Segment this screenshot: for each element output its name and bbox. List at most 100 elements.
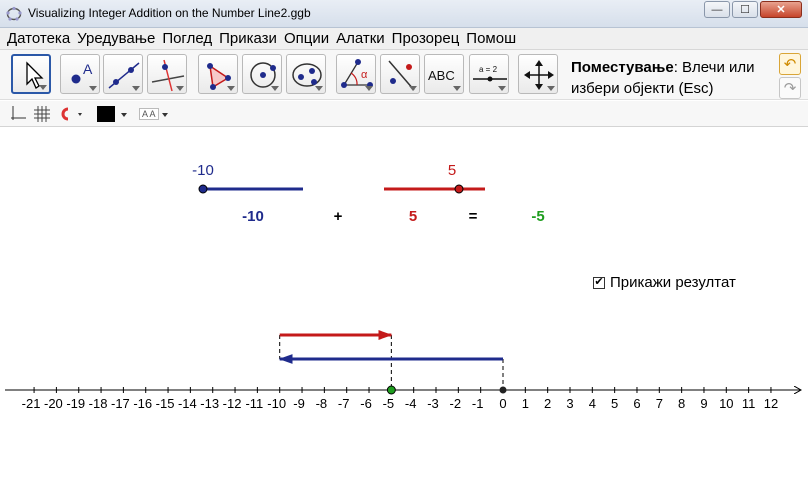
- tick-label: -7: [338, 396, 350, 411]
- tool-help-title: Поместување: [571, 59, 674, 76]
- origin-point: [499, 386, 507, 394]
- result-point: [386, 385, 396, 395]
- addition-vectors: [278, 330, 507, 395]
- menu-bar: Датотека Уредување Поглед Прикази Опции …: [0, 28, 808, 50]
- line-tool-button[interactable]: [103, 54, 143, 94]
- polygon-tool-button[interactable]: [198, 54, 238, 94]
- tick-label: -4: [405, 396, 417, 411]
- checkbox-label: Прикажи резултат: [610, 274, 736, 291]
- tick-label: 6: [633, 396, 640, 411]
- tick-label: -21: [22, 396, 41, 411]
- axes-icon: [11, 106, 26, 120]
- chevron-down-icon: [161, 113, 168, 117]
- expression-equals: =: [469, 208, 478, 225]
- minimize-button[interactable]: —: [704, 1, 730, 18]
- tick-label: 4: [589, 396, 596, 411]
- tick-label: 1: [522, 396, 529, 411]
- slider-a-label: -10: [192, 162, 214, 179]
- angle-tool-button[interactable]: α: [336, 54, 376, 94]
- close-button[interactable]: ✕: [760, 1, 802, 18]
- tick-label: -8: [316, 396, 328, 411]
- tick-label: -3: [427, 396, 439, 411]
- tick-label: 5: [611, 396, 618, 411]
- text-tool-button[interactable]: ABC: [424, 54, 464, 94]
- text-style-button[interactable]: A A: [139, 105, 171, 123]
- number-line-ticks: -21 -20 -19 -18 -17 -16 -15 -14 -13 -12 -11 -10 -9 -8…: [22, 387, 778, 411]
- arrow-cursor-icon: [26, 61, 44, 89]
- show-result-checkbox[interactable]: ✔ Прикажи резултат: [593, 274, 736, 291]
- tick-label: -17: [111, 396, 130, 411]
- tick-label: -5: [383, 396, 395, 411]
- tick-label: -20: [44, 396, 63, 411]
- menu-help[interactable]: Помош: [463, 30, 519, 47]
- menu-edit[interactable]: Уредување: [74, 30, 158, 47]
- menu-options[interactable]: Опции: [281, 30, 332, 47]
- grid-toggle-button[interactable]: [33, 105, 51, 123]
- axes-toggle-button[interactable]: [9, 105, 27, 123]
- graphics-view[interactable]: -10 5 -10 + 5 = -5 -21 -20 -19 -18 -17 -16 -15…: [0, 128, 808, 493]
- grid-icon: [34, 106, 50, 122]
- expression-first-addend: -10: [242, 208, 264, 225]
- expression-result: -5: [531, 208, 544, 225]
- tick-label: -13: [200, 396, 219, 411]
- undo-button[interactable]: ↶: [779, 53, 801, 75]
- point-capture-button[interactable]: [58, 105, 84, 123]
- expression-second-addend: 5: [409, 208, 417, 225]
- style-bar: A A: [0, 101, 808, 127]
- tick-label: -1: [472, 396, 484, 411]
- slider-b-label: 5: [448, 162, 456, 179]
- menu-view[interactable]: Поглед: [159, 30, 215, 47]
- color-picker-button[interactable]: [96, 105, 130, 123]
- window-title: Visualizing Integer Addition on the Numb…: [28, 6, 311, 20]
- tick-label: -14: [178, 396, 197, 411]
- menu-window[interactable]: Прозорец: [389, 30, 463, 47]
- tick-label: 2: [544, 396, 551, 411]
- menu-perspectives[interactable]: Прикази: [216, 30, 280, 47]
- redo-button[interactable]: ↷: [779, 77, 801, 99]
- tick-label: 11: [742, 396, 756, 411]
- menu-tools[interactable]: Алатки: [333, 30, 388, 47]
- slider-b-handle[interactable]: [454, 184, 464, 194]
- magnet-icon: [61, 107, 82, 121]
- tick-label: 9: [700, 396, 707, 411]
- color-swatch-icon: [97, 106, 127, 122]
- point-label: A: [83, 61, 93, 77]
- tick-label: 12: [764, 396, 778, 411]
- perpendicular-tool-button[interactable]: [147, 54, 187, 94]
- font-size-icon: A A: [139, 108, 159, 120]
- text-tool-label: ABC: [428, 68, 455, 83]
- tick-label: -6: [360, 396, 372, 411]
- tick-label: -2: [450, 396, 462, 411]
- checkbox-box[interactable]: ✔: [593, 276, 605, 289]
- tick-label: -19: [66, 396, 85, 411]
- tick-label: 8: [678, 396, 685, 411]
- conic-tool-button[interactable]: [286, 54, 326, 94]
- slider-tool-button[interactable]: a = 2: [469, 54, 509, 94]
- expression-plus: +: [334, 208, 343, 225]
- reflect-tool-button[interactable]: [380, 54, 420, 94]
- move-view-tool-button[interactable]: [518, 54, 558, 94]
- maximize-button[interactable]: ☐: [732, 1, 758, 18]
- tick-label: -18: [89, 396, 108, 411]
- tick-label: -11: [245, 396, 263, 411]
- menu-file[interactable]: Датотека: [4, 30, 73, 47]
- tick-label: 7: [656, 396, 663, 411]
- check-icon: ✔: [594, 276, 604, 288]
- slider-a-handle[interactable]: [198, 184, 208, 194]
- tick-label: 0: [499, 396, 506, 411]
- tick-label: -9: [293, 396, 305, 411]
- tick-label: -10: [267, 396, 286, 411]
- tick-label: -12: [223, 396, 242, 411]
- redo-icon: ↷: [783, 80, 797, 97]
- tick-label: 10: [719, 396, 733, 411]
- tick-label: -16: [133, 396, 152, 411]
- geogebra-logo-icon: [6, 6, 22, 21]
- circle-tool-button[interactable]: [242, 54, 282, 94]
- title-bar: Visualizing Integer Addition on the Numb…: [0, 0, 808, 28]
- angle-label: α: [361, 69, 368, 81]
- undo-icon: ↶: [783, 56, 797, 73]
- graphics-canvas[interactable]: -10 5 -10 + 5 = -5 -21 -20 -19 -18 -17 -16 -15…: [0, 128, 808, 493]
- slider-tool-label: a = 2: [479, 65, 498, 74]
- point-tool-button[interactable]: A: [60, 54, 100, 94]
- move-tool-button[interactable]: [11, 54, 51, 94]
